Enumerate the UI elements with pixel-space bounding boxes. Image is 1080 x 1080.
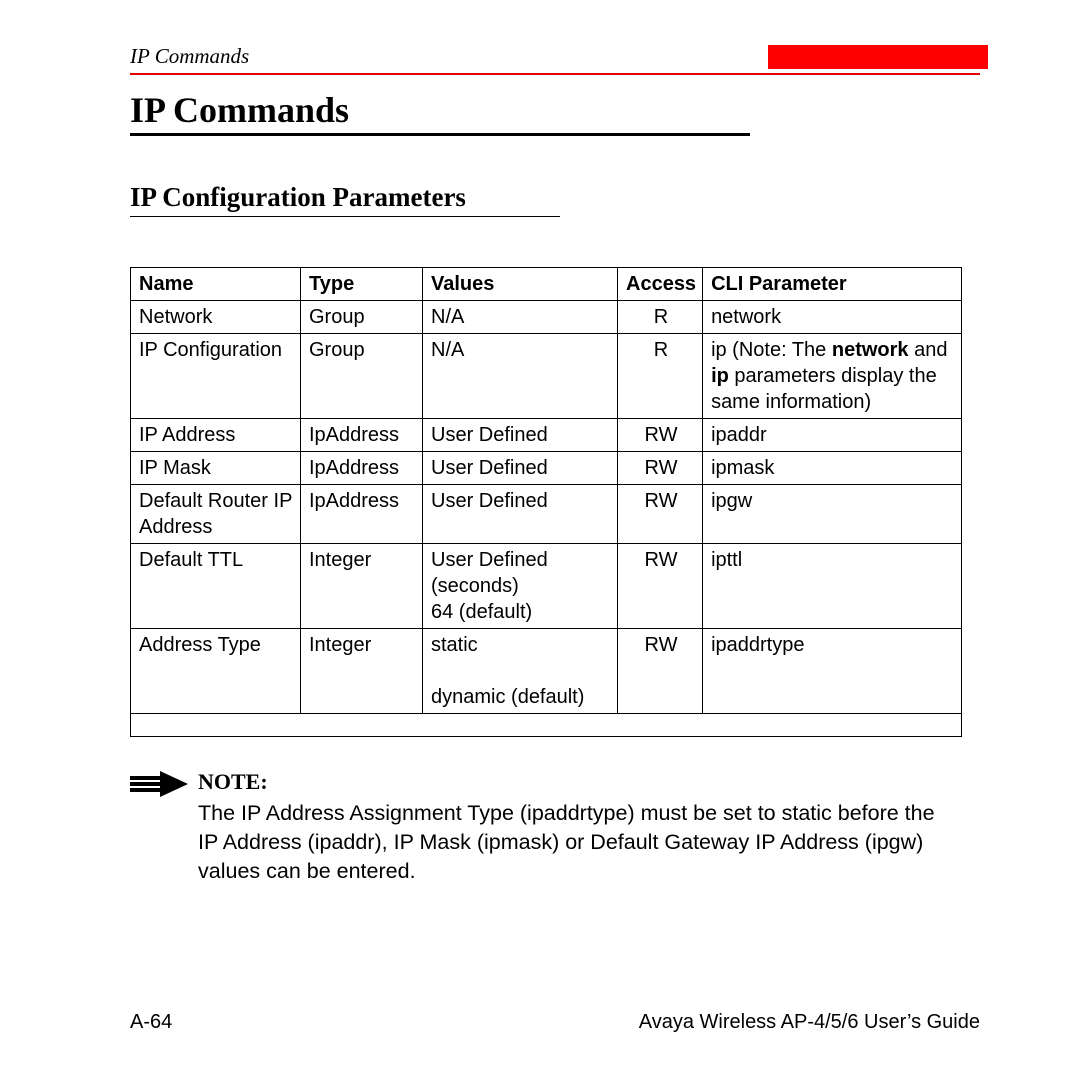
note-block: NOTE: The IP Address Assignment Type (ip… <box>130 769 960 886</box>
cell-values: User Defined <box>423 485 618 544</box>
cell-access: RW <box>618 452 703 485</box>
cell-values: User Defined <box>423 452 618 485</box>
cell-name: Network <box>131 301 301 334</box>
cell-type: Group <box>301 334 423 419</box>
table-row: IP Address IpAddress User Defined RW ipa… <box>131 419 962 452</box>
cell-name: IP Address <box>131 419 301 452</box>
cell-name: Default Router IP Address <box>131 485 301 544</box>
note-text: The IP Address Assignment Type (ipaddrty… <box>198 799 960 886</box>
cell-type: Integer <box>301 544 423 629</box>
footer-doc-title: Avaya Wireless AP-4/5/6 User’s Guide <box>639 1011 980 1034</box>
cell-values: static dynamic (default) <box>423 629 618 714</box>
table-header-row: Name Type Values Access CLI Parameter <box>131 268 962 301</box>
cell-name: Default TTL <box>131 544 301 629</box>
table-row: Default Router IP Address IpAddress User… <box>131 485 962 544</box>
page-footer: A-64 Avaya Wireless AP-4/5/6 User’s Guid… <box>130 1011 980 1034</box>
table-row: Default TTL Integer User Defined (second… <box>131 544 962 629</box>
table-row: Address Type Integer static dynamic (def… <box>131 629 962 714</box>
cell-type: Group <box>301 301 423 334</box>
col-header-cli: CLI Parameter <box>703 268 962 301</box>
col-header-type: Type <box>301 268 423 301</box>
col-header-name: Name <box>131 268 301 301</box>
cell-access: RW <box>618 544 703 629</box>
cell-values: N/A <box>423 334 618 419</box>
cell-access: RW <box>618 485 703 544</box>
cell-type: IpAddress <box>301 419 423 452</box>
cell-cli: ipgw <box>703 485 962 544</box>
cell-type: Integer <box>301 629 423 714</box>
table-spacer-row <box>131 714 962 737</box>
cell-cli: ip (Note: The network and ip parameters … <box>703 334 962 419</box>
col-header-values: Values <box>423 268 618 301</box>
cell-type: IpAddress <box>301 485 423 544</box>
cell-type: IpAddress <box>301 452 423 485</box>
table-row: IP Configuration Group N/A R ip (Note: T… <box>131 334 962 419</box>
cell-name: Address Type <box>131 629 301 714</box>
cell-cli: ipmask <box>703 452 962 485</box>
section-title: IP Configuration Parameters <box>130 182 560 217</box>
running-header: IP Commands <box>130 44 980 75</box>
cell-access: R <box>618 301 703 334</box>
running-header-title: IP Commands <box>130 44 249 69</box>
cell-values: User Defined <box>423 419 618 452</box>
params-table: Name Type Values Access CLI Parameter Ne… <box>130 267 962 737</box>
cell-cli: ipaddrtype <box>703 629 962 714</box>
note-arrow-icon <box>130 771 190 797</box>
cell-values: User Defined (seconds) 64 (default) <box>423 544 618 629</box>
footer-page-number: A-64 <box>130 1011 172 1034</box>
cell-cli: ipttl <box>703 544 962 629</box>
cell-access: RW <box>618 629 703 714</box>
cell-access: R <box>618 334 703 419</box>
cell-name: IP Configuration <box>131 334 301 419</box>
cell-name: IP Mask <box>131 452 301 485</box>
cell-access: RW <box>618 419 703 452</box>
cell-cli: network <box>703 301 962 334</box>
page-title: IP Commands <box>130 89 750 136</box>
header-accent-block <box>768 45 988 69</box>
table-row: Network Group N/A R network <box>131 301 962 334</box>
note-label: NOTE: <box>198 769 960 795</box>
cell-values: N/A <box>423 301 618 334</box>
col-header-access: Access <box>618 268 703 301</box>
table-row: IP Mask IpAddress User Defined RW ipmask <box>131 452 962 485</box>
cell-cli: ipaddr <box>703 419 962 452</box>
